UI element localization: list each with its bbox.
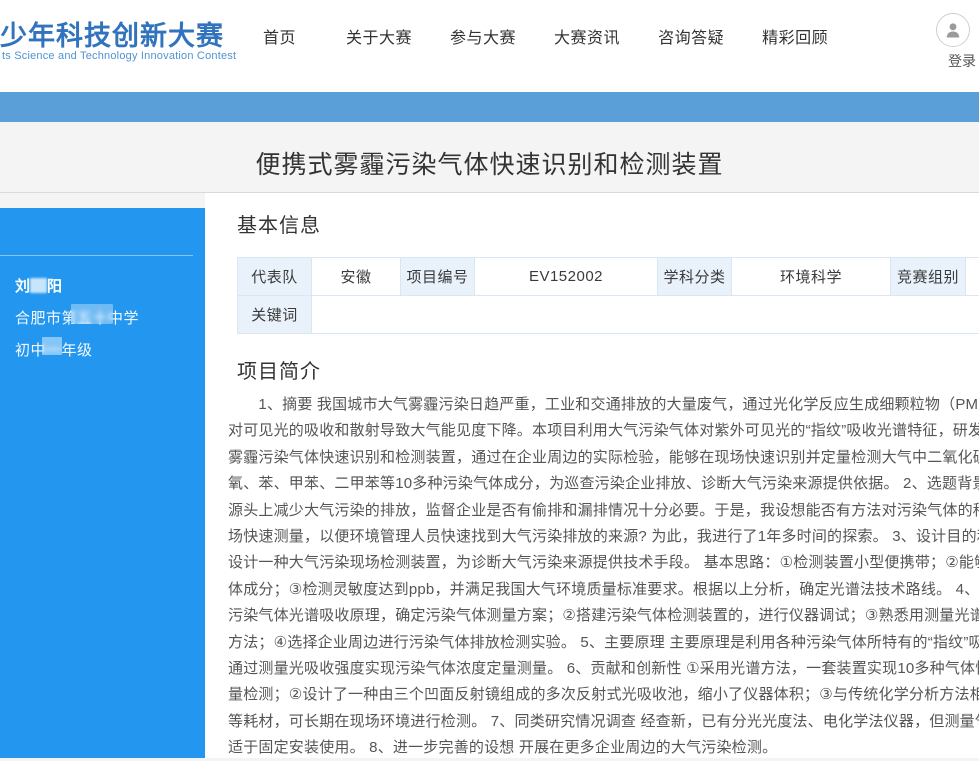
privacy-blur-school — [71, 304, 113, 324]
intro-line: 体成分；③检测灵敏度达到ppb，并满足我国大气环境质量标准要求。根据以上分析，确… — [228, 577, 979, 603]
login-button[interactable]: 登录 — [948, 51, 976, 71]
cell-group-value — [966, 258, 979, 296]
intro-line: 污染气体光谱吸收原理，确定污染气体测量方案；②搭建污染气体检测装置的，进行仪器调… — [228, 603, 979, 629]
intro-line: 源头上减少大气污染的排放，监督企业是否有偷排和漏排情况十分必要。于是，我设想能否… — [228, 498, 979, 524]
intro-line: 场快速测量，以便环境管理人员快速找到大气污染排放的来源? 为此，我进行了1年多时… — [228, 524, 979, 550]
page-title: 便携式雾霾污染气体快速识别和检测装置 — [0, 145, 979, 181]
cell-team-value: 安徽 — [312, 258, 401, 296]
project-intro-paragraph: 1、摘要 我国城市大气雾霾污染日趋严重，工业和交通排放的大量废气，通过光化学反应… — [228, 392, 979, 761]
site-logo-subtitle: ts Science and Technology Innovation Con… — [2, 50, 236, 62]
intro-line: 氧、苯、甲苯、二甲苯等10多种污染气体成分，为巡查污染企业排放、诊断大气污染来源… — [228, 471, 979, 497]
student-name: 刘阳 — [15, 275, 62, 296]
cell-team-label: 代表队 — [238, 258, 312, 296]
nav-item-home[interactable]: 首页 — [263, 24, 296, 48]
cell-group-label: 竞赛组别 — [891, 258, 966, 296]
sidebar-divider — [0, 255, 193, 256]
nav-item-participate[interactable]: 参与大赛 — [450, 24, 516, 48]
user-avatar-icon[interactable] — [936, 13, 970, 47]
project-intro-heading: 项目简介 — [237, 355, 321, 384]
privacy-blur-name — [30, 278, 47, 293]
intro-line: 量检测；②设计了一种由三个凹面反射镜组成的多次反射式光吸收池，缩小了仪器体积；③… — [228, 682, 979, 708]
table-row: 代表队 安徽 项目编号 EV152002 学科分类 环境科学 竞赛组别 — [238, 258, 979, 296]
main-nav: 首页 关于大赛 参与大赛 大赛资讯 咨询答疑 精彩回顾 — [263, 24, 828, 48]
student-name-suffix: 阳 — [47, 278, 62, 295]
intro-line: 通过测量光吸收强度实现污染气体浓度定量测量。 6、贡献和创新性 ①采用光谱方法，… — [228, 656, 979, 682]
student-sidebar: 刘阳 合肥市第五十中学 初中一年级 — [0, 208, 205, 758]
privacy-blur-grade — [42, 337, 62, 355]
basic-info-table: 代表队 安徽 项目编号 EV152002 学科分类 环境科学 竞赛组别 关键词 — [237, 257, 979, 334]
cell-subject-value: 环境科学 — [732, 258, 891, 296]
intro-line: 设计一种大气污染现场检测装置，为诊断大气污染来源提供技术手段。 基本思路：①检测… — [228, 550, 979, 576]
nav-item-highlights[interactable]: 精彩回顾 — [762, 24, 828, 48]
intro-line: 雾霾污染气体快速识别和检测装置，通过在企业周边的实际检验，能够在现场快速识别并定… — [228, 445, 979, 471]
basic-info-heading: 基本信息 — [237, 209, 321, 238]
cell-project-no-value: EV152002 — [475, 258, 658, 296]
cell-project-no-label: 项目编号 — [401, 258, 475, 296]
intro-line: 适于固定安装使用。 8、进一步完善的设想 开展在更多企业周边的大气污染检测。 — [228, 735, 979, 761]
intro-line: 方法；④选择企业周边进行污染气体排放检测实验。 5、主要原理 主要原理是利用各种… — [228, 630, 979, 656]
person-icon — [943, 20, 963, 40]
site-header: 少年科技创新大赛 ts Science and Technology Innov… — [0, 0, 979, 92]
table-row: 关键词 — [238, 296, 979, 334]
nav-item-about[interactable]: 关于大赛 — [346, 24, 412, 48]
intro-line: 对可见光的吸收和散射导致大气能见度下降。本项目利用大气污染气体对紫外可见光的“指… — [228, 418, 979, 444]
main-content: 基本信息 代表队 安徽 项目编号 EV152002 学科分类 环境科学 竞赛组别… — [205, 193, 979, 758]
site-logo[interactable]: 少年科技创新大赛 — [0, 14, 224, 53]
cell-subject-label: 学科分类 — [658, 258, 732, 296]
cell-keywords-value — [312, 296, 979, 334]
intro-line: 等耗材，可长期在现场环境进行检测。 7、同类研究情况调查 经查新，已有分光光度法… — [228, 709, 979, 735]
intro-line: 1、摘要 我国城市大气雾霾污染日趋严重，工业和交通排放的大量废气，通过光化学反应… — [228, 392, 979, 418]
nav-item-news[interactable]: 大赛资讯 — [554, 24, 620, 48]
cell-keywords-label: 关键词 — [238, 296, 312, 334]
nav-item-faq[interactable]: 咨询答疑 — [658, 24, 724, 48]
blue-banner — [0, 92, 979, 122]
student-surname: 刘 — [15, 278, 30, 295]
